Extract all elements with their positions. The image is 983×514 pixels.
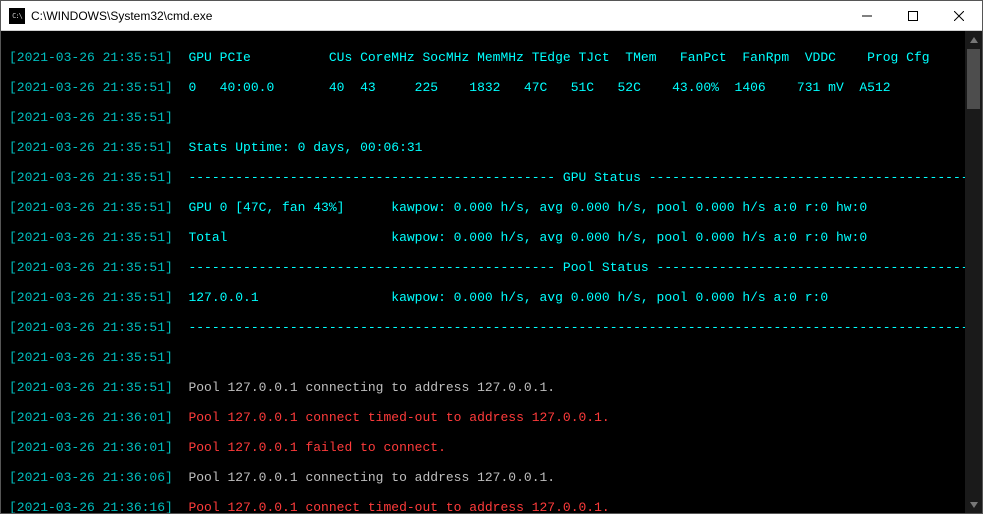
- timestamp: [2021-03-26 21:35:51]: [9, 380, 173, 395]
- pool-failed: Pool 127.0.0.1 failed to connect.: [188, 440, 445, 455]
- close-button[interactable]: [936, 1, 982, 30]
- timestamp: [2021-03-26 21:35:51]: [9, 320, 173, 335]
- terminal-output[interactable]: [2021-03-26 21:35:51] GPU PCIe CUs CoreM…: [1, 31, 965, 513]
- timestamp: [2021-03-26 21:36:06]: [9, 470, 173, 485]
- pool-timeout: Pool 127.0.0.1 connect timed-out to addr…: [188, 410, 609, 425]
- pool-timeout: Pool 127.0.0.1 connect timed-out to addr…: [188, 500, 609, 513]
- scroll-thumb[interactable]: [967, 49, 980, 109]
- pool-status: 127.0.0.1 kawpow: 0.000 h/s, avg 0.000 h…: [188, 290, 828, 305]
- gpu-row: 0 40:00.0 40 43 225 1832 47C 51C 52C 43.…: [188, 80, 890, 95]
- divider-pool: ----------------------------------------…: [188, 260, 965, 275]
- scroll-down-icon[interactable]: [965, 496, 982, 513]
- scrollbar[interactable]: [965, 31, 982, 513]
- pool-connecting: Pool 127.0.0.1 connecting to address 127…: [188, 470, 555, 485]
- timestamp: [2021-03-26 21:35:51]: [9, 200, 173, 215]
- divider-end: ----------------------------------------…: [188, 320, 965, 335]
- timestamp: [2021-03-26 21:35:51]: [9, 140, 173, 155]
- cmd-icon: C:\: [9, 8, 25, 24]
- timestamp: [2021-03-26 21:35:51]: [9, 50, 173, 65]
- minimize-button[interactable]: [844, 1, 890, 30]
- titlebar[interactable]: C:\ C:\WINDOWS\System32\cmd.exe: [1, 1, 982, 31]
- timestamp: [2021-03-26 21:35:51]: [9, 350, 173, 365]
- pool-connecting: Pool 127.0.0.1 connecting to address 127…: [188, 380, 555, 395]
- timestamp: [2021-03-26 21:36:01]: [9, 440, 173, 455]
- cmd-window: C:\ C:\WINDOWS\System32\cmd.exe [2021-03…: [0, 0, 983, 514]
- timestamp: [2021-03-26 21:35:51]: [9, 230, 173, 245]
- total-status: Total kawpow: 0.000 h/s, avg 0.000 h/s, …: [188, 230, 867, 245]
- timestamp: [2021-03-26 21:35:51]: [9, 170, 173, 185]
- timestamp: [2021-03-26 21:36:01]: [9, 410, 173, 425]
- timestamp: [2021-03-26 21:35:51]: [9, 80, 173, 95]
- gpu0-status: GPU 0 [47C, fan 43%] kawpow: 0.000 h/s, …: [188, 200, 867, 215]
- timestamp: [2021-03-26 21:35:51]: [9, 260, 173, 275]
- divider-gpu: ----------------------------------------…: [188, 170, 965, 185]
- scroll-up-icon[interactable]: [965, 31, 982, 48]
- uptime: Stats Uptime: 0 days, 00:06:31: [188, 140, 422, 155]
- maximize-button[interactable]: [890, 1, 936, 30]
- timestamp: [2021-03-26 21:35:51]: [9, 110, 173, 125]
- window-title: C:\WINDOWS\System32\cmd.exe: [31, 9, 844, 23]
- timestamp: [2021-03-26 21:35:51]: [9, 290, 173, 305]
- terminal-area: [2021-03-26 21:35:51] GPU PCIe CUs CoreM…: [1, 31, 982, 513]
- window-controls: [844, 1, 982, 30]
- timestamp: [2021-03-26 21:36:16]: [9, 500, 173, 513]
- gpu-header: GPU PCIe CUs CoreMHz SocMHz MemMHz TEdge…: [188, 50, 929, 65]
